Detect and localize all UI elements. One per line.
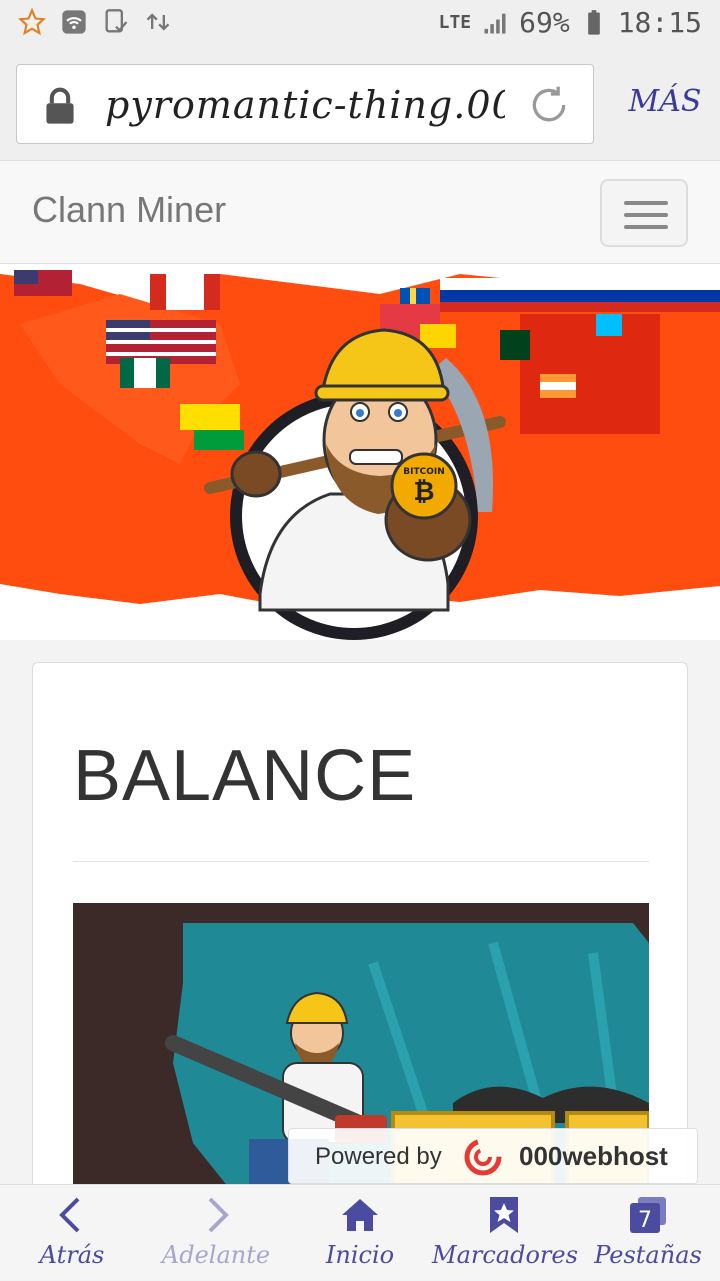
- reload-icon[interactable]: [527, 83, 571, 127]
- bookmarks-button[interactable]: Marcadores: [432, 1185, 578, 1281]
- card-title: BALANCE: [73, 736, 417, 816]
- menu-toggle-button[interactable]: [600, 179, 688, 247]
- hamburger-line: [624, 225, 668, 229]
- star-icon: [18, 8, 46, 36]
- signal-icon: [484, 13, 506, 33]
- back-label: Atrás: [39, 1241, 105, 1269]
- chevron-right-icon: [208, 1197, 229, 1233]
- bookmarks-label: Marcadores: [432, 1241, 578, 1269]
- hamburger-line: [624, 201, 668, 205]
- battery-icon: [587, 9, 600, 35]
- world-map-illustration: BITCOIN ₿: [0, 264, 720, 640]
- home-label: Inicio: [325, 1241, 395, 1269]
- site-brand[interactable]: Clann Miner: [32, 189, 226, 231]
- forward-label: Adelante: [161, 1241, 271, 1269]
- url-text[interactable]: pyromantic-thing.00: [105, 83, 505, 127]
- powered-by-label: Powered by: [315, 1143, 442, 1170]
- tabs-button[interactable]: 7 Pestañas: [576, 1185, 720, 1281]
- coin-text: BITCOIN: [403, 467, 444, 477]
- webhost-label: 000webhost: [519, 1141, 668, 1171]
- browser-bottom-nav: Atrás Adelante Inicio Marcadores 7 Pesta…: [0, 1184, 720, 1280]
- more-button[interactable]: MÁS: [620, 84, 710, 119]
- home-button[interactable]: Inicio: [288, 1185, 432, 1281]
- wifi-icon: [62, 10, 86, 34]
- clock: 18:15: [617, 6, 702, 39]
- data-sync-icon: [146, 13, 170, 31]
- svg-text:₿: ₿: [413, 477, 434, 507]
- tabs-icon: 7: [630, 1197, 666, 1233]
- back-button[interactable]: Atrás: [0, 1185, 144, 1281]
- lock-icon: [46, 87, 74, 124]
- webhost-logo-icon: [464, 1138, 502, 1176]
- bookmark-star-icon: [490, 1197, 518, 1233]
- chevron-left-icon: [59, 1197, 80, 1233]
- site-navbar: Clann Miner: [0, 160, 720, 264]
- hamburger-line: [624, 213, 668, 217]
- home-icon: [342, 1199, 378, 1231]
- battery-percent: 69%: [519, 6, 570, 39]
- screenshot-icon: [105, 9, 128, 33]
- status-bar: LTE 69% 18:15: [0, 0, 720, 48]
- divider: [73, 861, 649, 862]
- forward-button[interactable]: Adelante: [144, 1185, 288, 1281]
- network-type: LTE: [438, 12, 472, 33]
- browser-toolbar: pyromantic-thing.00 MÁS: [0, 48, 720, 160]
- powered-by-badge[interactable]: Powered by 000webhost: [288, 1128, 698, 1184]
- tab-count: 7: [638, 1208, 652, 1233]
- tabs-label: Pestañas: [594, 1241, 702, 1269]
- address-bar[interactable]: pyromantic-thing.00: [16, 64, 594, 144]
- hero-banner: BITCOIN ₿: [0, 264, 720, 640]
